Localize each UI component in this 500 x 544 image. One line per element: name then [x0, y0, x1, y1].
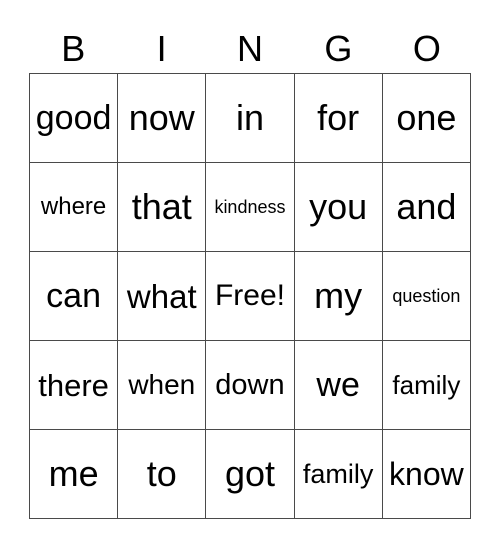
bingo-cell[interactable]: what: [117, 251, 207, 341]
bingo-cell[interactable]: family: [293, 429, 383, 519]
bingo-cell[interactable]: family: [381, 340, 472, 430]
bingo-cell[interactable]: can: [28, 251, 119, 341]
bingo-cell[interactable]: know: [381, 429, 472, 519]
bingo-cell[interactable]: you: [293, 162, 383, 252]
header-letter-g: G: [324, 28, 353, 69]
bingo-cell[interactable]: for: [293, 73, 383, 163]
bingo-card-grid: good now in for one where that kindness you and ca…: [28, 73, 472, 519]
bingo-header: B I N G O: [29, 26, 471, 72]
bingo-row: where that kindness you and: [28, 162, 472, 252]
bingo-cell[interactable]: and: [381, 162, 472, 252]
bingo-cell[interactable]: good: [28, 73, 119, 163]
bingo-cell[interactable]: my: [293, 251, 383, 341]
bingo-cell[interactable]: one: [381, 73, 472, 163]
bingo-cell[interactable]: in: [205, 73, 295, 163]
bingo-cell[interactable]: kindness: [205, 162, 295, 252]
bingo-row: there when down we family: [28, 340, 472, 430]
header-letter-n: N: [237, 28, 264, 69]
header-letter-o: O: [412, 28, 441, 69]
bingo-cell[interactable]: we: [293, 340, 383, 430]
bingo-cell[interactable]: question: [381, 251, 472, 341]
bingo-cell[interactable]: me: [28, 429, 119, 519]
bingo-cell[interactable]: to: [117, 429, 207, 519]
bingo-cell[interactable]: got: [205, 429, 295, 519]
free-space-cell[interactable]: Free!: [205, 251, 295, 341]
header-letter-i: I: [156, 28, 167, 69]
bingo-row: good now in for one: [28, 73, 472, 163]
bingo-cell[interactable]: now: [117, 73, 207, 163]
bingo-cell[interactable]: that: [117, 162, 207, 252]
bingo-row: me to got family know: [28, 429, 472, 519]
bingo-cell[interactable]: there: [28, 340, 119, 430]
header-letter-b: B: [61, 28, 86, 69]
bingo-cell[interactable]: when: [117, 340, 207, 430]
bingo-cell[interactable]: where: [28, 162, 119, 252]
bingo-cell[interactable]: down: [205, 340, 295, 430]
bingo-row: can what Free! my question: [28, 251, 472, 341]
